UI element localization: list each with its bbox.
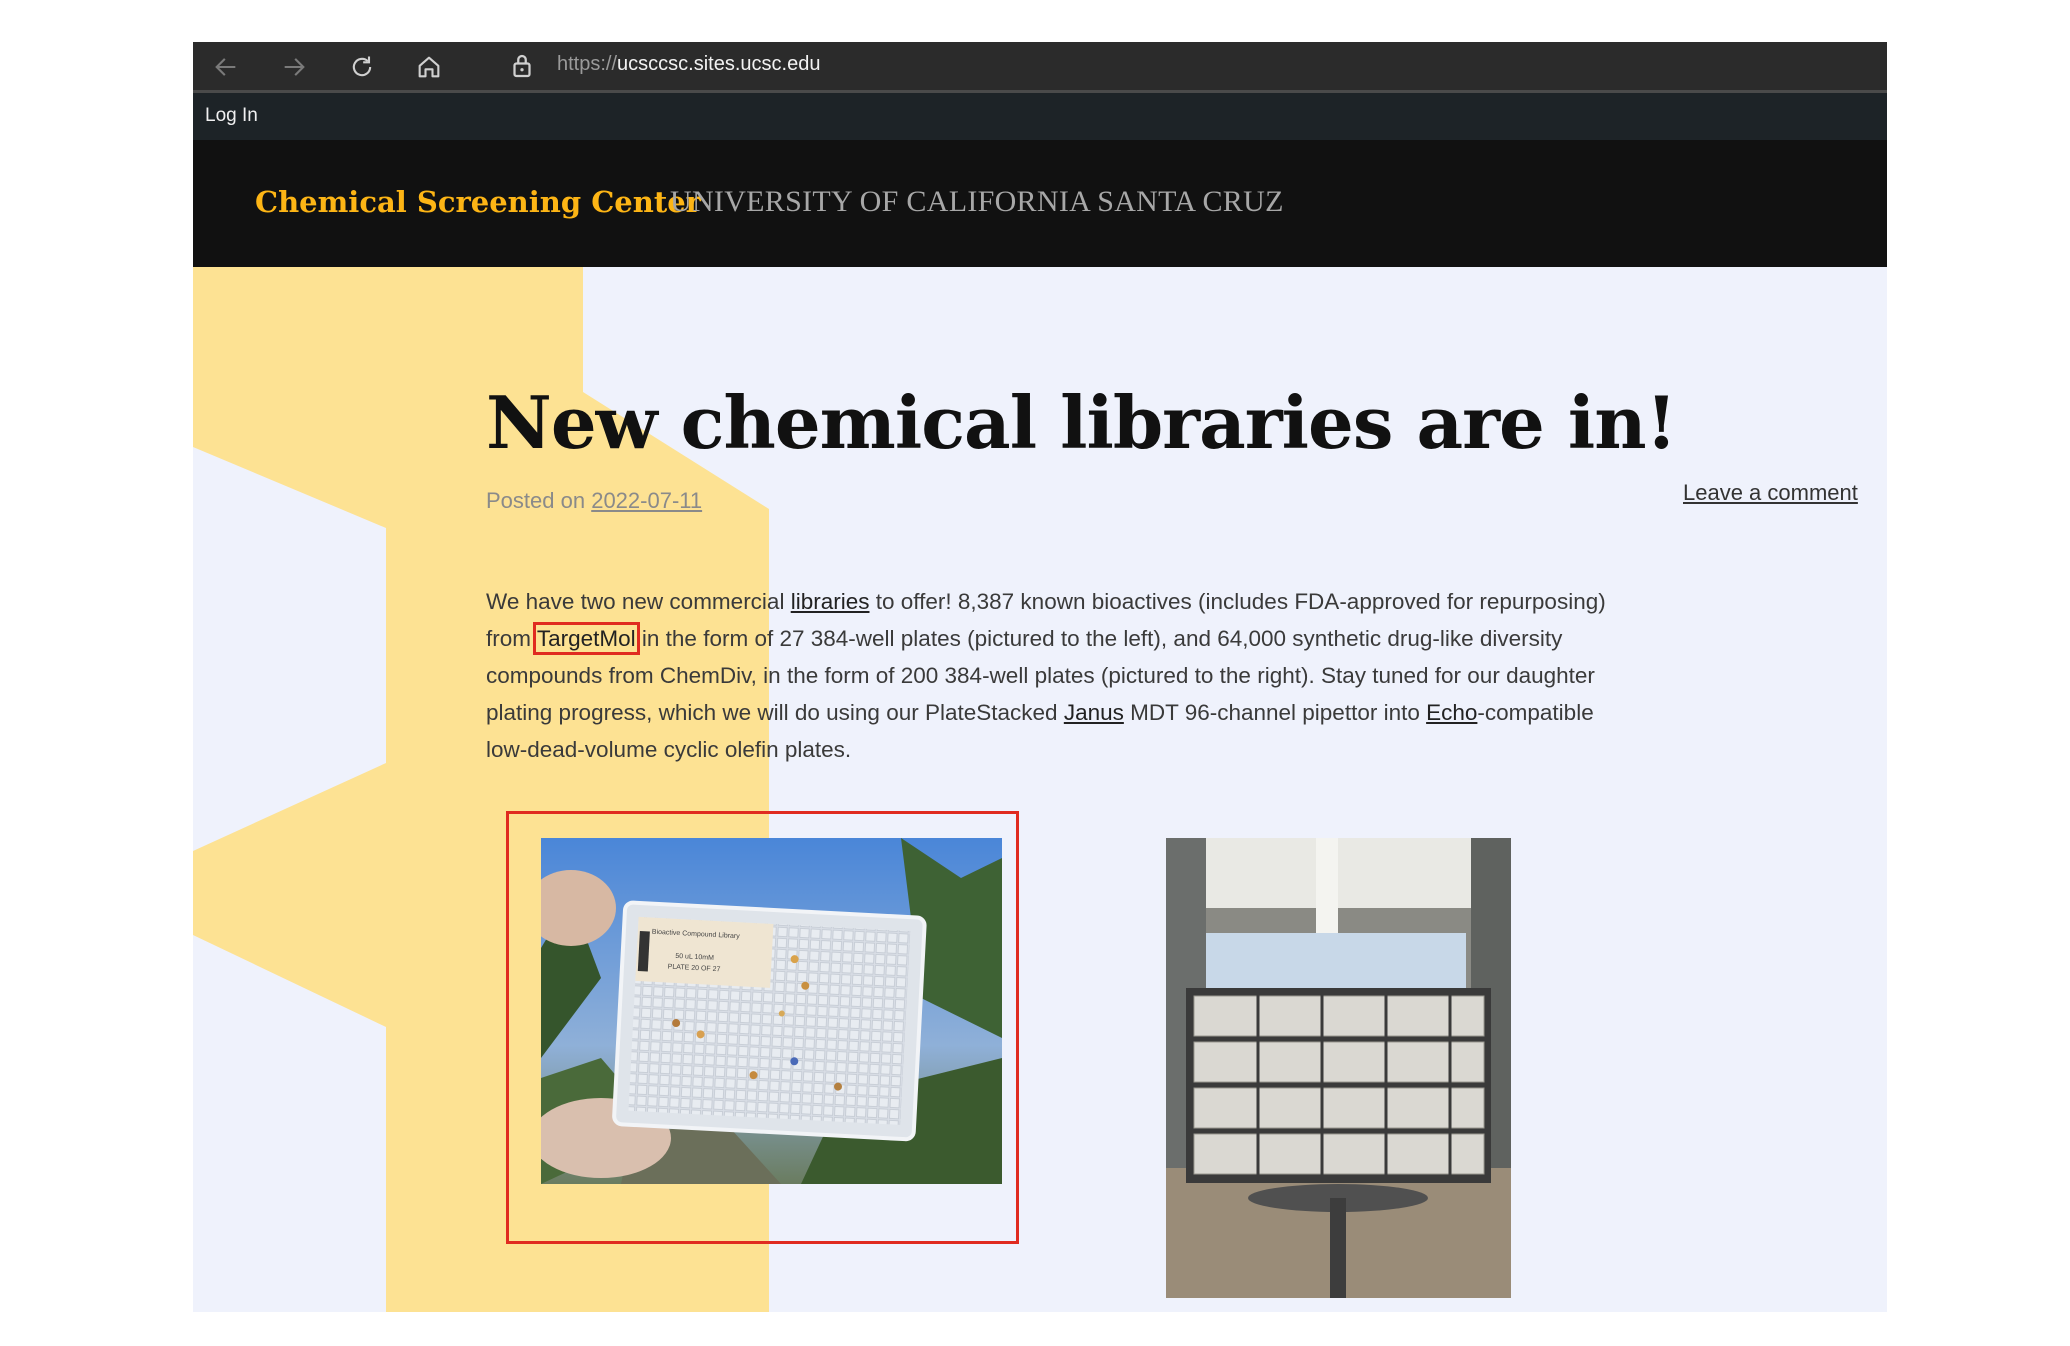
libraries-link[interactable]: libraries xyxy=(791,589,870,614)
browser-toolbar: https://ucsccsc.sites.ucsc.edu xyxy=(193,42,1887,93)
browser-window: https://ucsccsc.sites.ucsc.edu Log In Ch… xyxy=(193,42,1887,1312)
back-button[interactable] xyxy=(209,50,243,84)
posted-on-label: Posted on xyxy=(486,488,586,513)
site-header: Chemical Screening Center UNIVERSITY OF … xyxy=(193,140,1887,267)
plate-photo-image: Bioactive Compound Library 50 uL 10mM PL… xyxy=(541,838,1002,1184)
echo-link[interactable]: Echo xyxy=(1426,700,1477,725)
lock-icon xyxy=(513,54,531,78)
address-bar[interactable]: https://ucsccsc.sites.ucsc.edu xyxy=(557,53,820,76)
arrow-left-icon xyxy=(215,58,236,76)
home-button[interactable] xyxy=(412,50,446,84)
home-icon xyxy=(418,56,440,78)
reload-button[interactable] xyxy=(345,50,379,84)
post-body: We have two new commercial libraries to … xyxy=(486,583,1636,768)
site-description: UNIVERSITY OF CALIFORNIA SANTA CRUZ xyxy=(670,185,1284,218)
janus-link[interactable]: Janus xyxy=(1064,700,1124,725)
url-host: ucsccsc.sites.ucsc.edu xyxy=(617,53,821,75)
forward-button[interactable] xyxy=(277,50,311,84)
post-title: New chemical libraries are in! xyxy=(486,380,1677,465)
lab-racks-image xyxy=(1166,838,1511,1298)
leave-comment-link[interactable]: Leave a comment xyxy=(1683,480,1858,506)
login-link[interactable]: Log In xyxy=(205,105,258,127)
plate-rack xyxy=(1186,988,1491,1183)
site-title[interactable]: Chemical Screening Center xyxy=(255,185,701,219)
arrow-right-icon xyxy=(284,58,305,76)
reload-icon xyxy=(352,56,372,77)
post-meta: Posted on 2022-07-11 xyxy=(486,488,702,514)
admin-bar: Log In xyxy=(193,93,1887,140)
chemdiv-plates-photo[interactable] xyxy=(1166,838,1511,1298)
body-text-1: We have two new commercial xyxy=(486,589,791,614)
body-text-4: MDT 96-channel pipettor into xyxy=(1123,700,1427,725)
targetmol-plate-photo[interactable]: Bioactive Compound Library 50 uL 10mM PL… xyxy=(541,838,1002,1184)
url-scheme: https:// xyxy=(557,53,618,75)
post-date-link[interactable]: 2022-07-11 xyxy=(591,488,702,513)
targetmol-link[interactable]: TargetMol xyxy=(532,622,640,655)
post-content: New chemical libraries are in! Posted on… xyxy=(193,267,1887,1312)
